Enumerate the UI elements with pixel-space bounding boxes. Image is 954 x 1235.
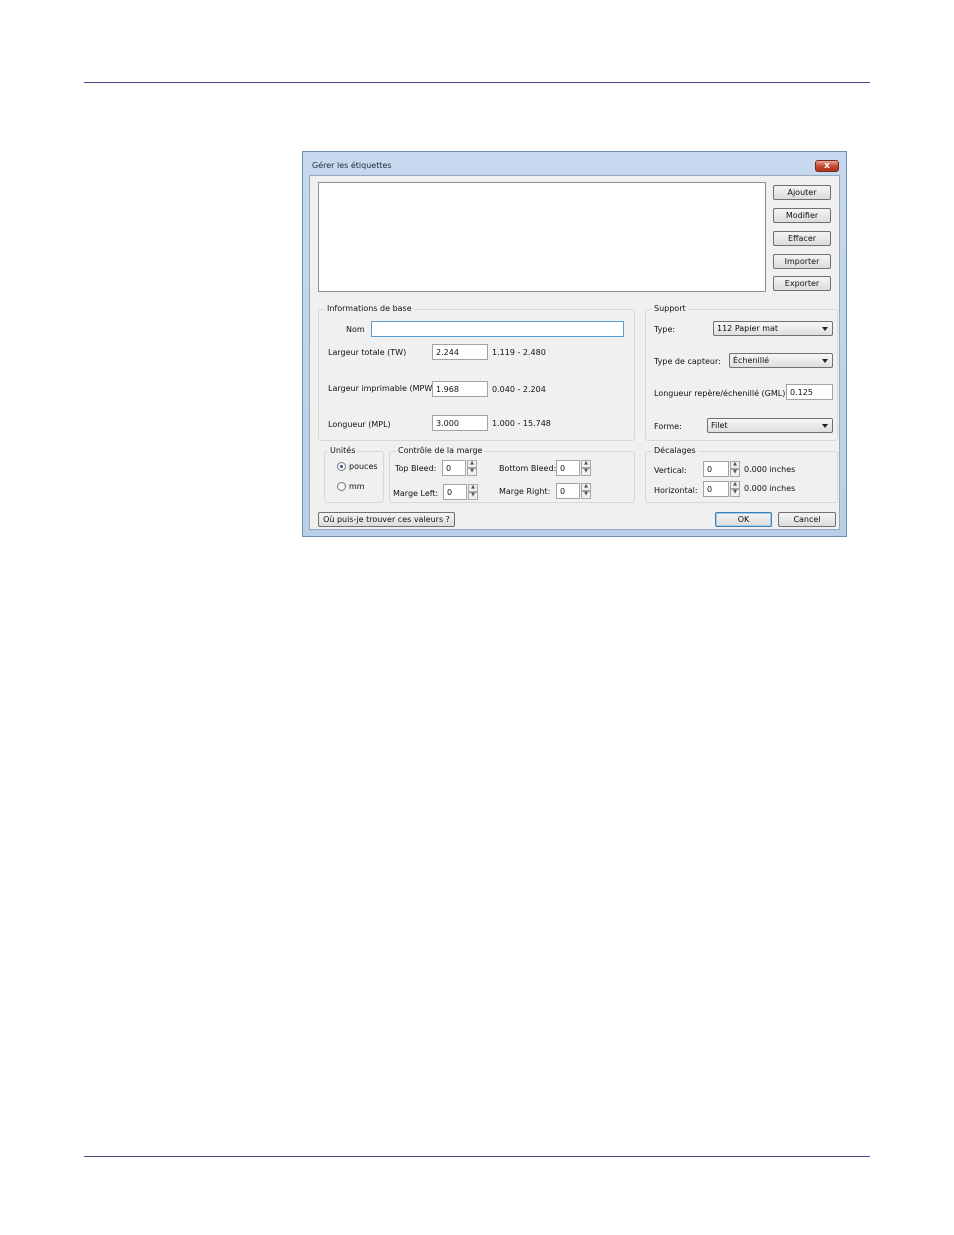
length-range: 1.000 - 15.748 <box>492 419 551 428</box>
vertical-offset-readout: 0.000 inches <box>744 465 796 474</box>
spin-up-icon[interactable]: ▲ <box>581 460 591 468</box>
printable-width-input[interactable] <box>432 381 488 397</box>
length-label: Longueur (MPL) <box>328 420 391 429</box>
spin-down-icon[interactable]: ▼ <box>468 492 478 500</box>
total-width-label: Largeur totale (TW) <box>328 348 407 357</box>
mm-radio[interactable] <box>337 482 346 491</box>
margin-right-label: Marge Right: <box>499 487 551 496</box>
margin-left-input[interactable] <box>443 484 467 500</box>
bottom-bleed-spinner[interactable]: ▲ ▼ <box>581 460 591 476</box>
spin-down-icon[interactable]: ▼ <box>730 469 740 477</box>
vertical-offset-label: Vertical: <box>654 466 687 475</box>
help-values-button[interactable]: Où puis-je trouver ces valeurs ? <box>318 512 455 527</box>
top-bleed-input[interactable] <box>442 460 466 476</box>
offsets-legend: Décalages <box>652 446 698 455</box>
import-button[interactable]: Importer <box>773 254 831 269</box>
close-icon[interactable]: x <box>815 160 839 172</box>
cancel-button[interactable]: Cancel <box>778 512 836 527</box>
units-legend: Unités <box>328 446 358 455</box>
shape-select[interactable]: Filet <box>707 418 833 433</box>
horizontal-offset-spinner[interactable]: ▲ ▼ <box>730 481 740 497</box>
printable-width-label: Largeur imprimable (MPW) <box>328 384 436 393</box>
sensor-type-select[interactable]: Échenillé <box>729 353 833 368</box>
support-legend: Support <box>652 304 688 313</box>
support-group: Support Type: 112 Papier mat Type de cap… <box>645 304 838 441</box>
spin-up-icon[interactable]: ▲ <box>730 481 740 489</box>
spin-up-icon[interactable]: ▲ <box>730 461 740 469</box>
modify-button[interactable]: Modifier <box>773 208 831 223</box>
horizontal-offset-label: Horizontal: <box>654 486 698 495</box>
spin-up-icon[interactable]: ▲ <box>467 460 477 468</box>
dialog-client-area: Ajouter Modifier Effacer Importer Export… <box>309 175 840 530</box>
printable-width-range: 0.040 - 2.204 <box>492 385 546 394</box>
shape-select-value: Filet <box>711 421 728 430</box>
dialog-title: Gérer les étiquettes <box>312 161 392 170</box>
top-bleed-spinner[interactable]: ▲ ▼ <box>467 460 477 476</box>
chevron-down-icon <box>822 327 828 331</box>
sensor-type-value: Échenillé <box>733 356 770 365</box>
margin-right-input[interactable] <box>556 483 580 499</box>
sensor-type-label: Type de capteur: <box>654 357 721 366</box>
shape-label: Forme: <box>654 422 682 431</box>
margin-right-spinner[interactable]: ▲ ▼ <box>581 483 591 499</box>
page-footer-rule <box>84 1156 870 1157</box>
units-group: Unités pouces mm <box>324 446 384 503</box>
margin-control-group: Contrôle de la marge Top Bleed: ▲ ▼ Bott… <box>389 446 635 503</box>
basic-info-legend: Informations de base <box>325 304 414 313</box>
dialog-titlebar[interactable]: Gérer les étiquettes x <box>303 152 846 174</box>
top-bleed-label: Top Bleed: <box>395 464 437 473</box>
horizontal-offset-input[interactable] <box>703 481 729 497</box>
mm-label: mm <box>349 482 365 491</box>
vertical-offset-spinner[interactable]: ▲ ▼ <box>730 461 740 477</box>
type-label: Type: <box>654 325 676 334</box>
spin-up-icon[interactable]: ▲ <box>581 483 591 491</box>
labels-list[interactable] <box>318 182 766 292</box>
page-header-rule <box>84 82 870 83</box>
type-select[interactable]: 112 Papier mat <box>713 321 833 336</box>
offsets-group: Décalages Vertical: ▲ ▼ 0.000 inches Hor… <box>645 446 838 503</box>
name-label: Nom <box>346 325 365 334</box>
delete-button[interactable]: Effacer <box>773 231 831 246</box>
total-width-range: 1.119 - 2.480 <box>492 348 546 357</box>
inches-label: pouces <box>349 462 378 471</box>
inches-radio[interactable] <box>337 462 346 471</box>
spin-down-icon[interactable]: ▼ <box>581 468 591 476</box>
export-button[interactable]: Exporter <box>773 276 831 291</box>
add-button[interactable]: Ajouter <box>773 185 831 200</box>
gml-input[interactable] <box>786 384 833 400</box>
length-input[interactable] <box>432 415 488 431</box>
bottom-bleed-label: Bottom Bleed: <box>499 464 557 473</box>
chevron-down-icon <box>822 359 828 363</box>
spin-down-icon[interactable]: ▼ <box>467 468 477 476</box>
vertical-offset-input[interactable] <box>703 461 729 477</box>
ok-button[interactable]: OK <box>715 512 772 527</box>
spin-down-icon[interactable]: ▼ <box>581 491 591 499</box>
gml-label: Longueur repère/échenillé (GML): <box>654 389 789 398</box>
chevron-down-icon <box>822 424 828 428</box>
margin-left-spinner[interactable]: ▲ ▼ <box>468 484 478 500</box>
spin-down-icon[interactable]: ▼ <box>730 489 740 497</box>
horizontal-offset-readout: 0.000 inches <box>744 484 796 493</box>
bottom-bleed-input[interactable] <box>556 460 580 476</box>
margin-legend: Contrôle de la marge <box>396 446 485 455</box>
total-width-input[interactable] <box>432 344 488 360</box>
type-select-value: 112 Papier mat <box>717 324 779 333</box>
spin-up-icon[interactable]: ▲ <box>468 484 478 492</box>
margin-left-label: Marge Left: <box>393 489 439 498</box>
basic-info-group: Informations de base Nom Largeur totale … <box>318 304 635 441</box>
manage-labels-dialog: Gérer les étiquettes x Ajouter Modifier … <box>302 151 847 537</box>
name-input[interactable] <box>371 321 624 337</box>
